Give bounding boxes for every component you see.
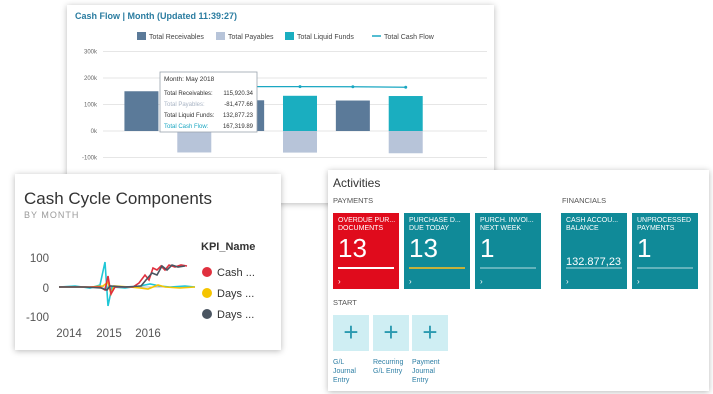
tooltip-row-label: Total Cash Flow:: [164, 124, 209, 130]
tooltip-row-value: 167,319.89: [223, 124, 254, 130]
activity-tile[interactable]: UNPROCESSED PAYMENTS 1 ›: [632, 213, 698, 289]
tile-indicator-bar: [637, 267, 693, 269]
chevron-right-icon: ›: [637, 277, 640, 286]
activities-title: Activities: [333, 176, 381, 190]
tile-label: CASH ACCOU... BALANCE: [566, 217, 619, 232]
start-item-label[interactable]: G/L Journal Entry: [333, 358, 373, 385]
tile-indicator-bar: [409, 267, 465, 269]
plus-icon: +: [422, 317, 438, 347]
x-tick-label: 2014: [56, 328, 82, 340]
y-tick-label: -100: [26, 312, 49, 324]
legend-label: Total Cash Flow: [384, 34, 435, 41]
bar[interactable]: [388, 131, 423, 154]
start-section-label: START: [333, 298, 357, 307]
y-tick-label: 100: [30, 253, 49, 265]
tile-indicator-bar: [480, 267, 536, 269]
start-tile[interactable]: +: [373, 315, 409, 351]
tooltip-row-label: Total Liquid Funds:: [164, 113, 215, 119]
bar[interactable]: [283, 95, 317, 131]
start-item-label[interactable]: Payment Journal Entry: [412, 358, 452, 385]
activity-tile[interactable]: PURCHASE D... DUE TODAY 13 ›: [404, 213, 470, 289]
legend-label: Days ...: [217, 288, 254, 300]
tile-label: PURCH. INVOI... NEXT WEEK: [480, 217, 534, 232]
financials-section-label: FINANCIALS: [562, 196, 607, 205]
y-tick-label: 0k: [91, 129, 98, 135]
x-tick-label: 2016: [135, 328, 161, 340]
chevron-right-icon: ›: [566, 277, 569, 286]
legend-label: Days ...: [217, 309, 254, 321]
activity-tile[interactable]: CASH ACCOU... BALANCE 132.877,23 ›: [561, 213, 627, 289]
cash-flow-point[interactable]: [298, 85, 302, 89]
legend-title: KPI_Name: [201, 241, 255, 253]
chevron-right-icon: ›: [409, 277, 412, 286]
y-tick-label: 0: [43, 283, 49, 295]
tooltip-row-label: Total Payables:: [164, 102, 205, 108]
legend-label: Total Payables: [228, 34, 274, 41]
cash-flow-title[interactable]: Cash Flow | Month (Updated 11:39:27): [75, 11, 237, 21]
legend-swatch: [137, 32, 146, 40]
tooltip-row-label: Total Receivables:: [164, 91, 213, 97]
tile-value: 132.877,23: [566, 256, 622, 268]
y-tick-label: 100k: [84, 103, 98, 109]
bar[interactable]: [388, 96, 423, 131]
bar[interactable]: [177, 131, 212, 153]
cash-cycle-chart: 100 0 -100 2014 2015 2016 KPI_Name Cash ... Days…: [26, 241, 255, 340]
legend-swatch: [285, 32, 294, 40]
tile-label: OVERDUE PUR... DOCUMENTS: [338, 217, 396, 232]
legend-label: Total Liquid Funds: [297, 34, 354, 41]
activities-panel: Activities PAYMENTS FINANCIALS OVERDUE P…: [328, 170, 709, 391]
payments-section-label: PAYMENTS: [333, 196, 374, 205]
x-tick-label: 2015: [96, 328, 122, 340]
tile-value: 13: [338, 233, 367, 263]
tooltip-row-value: 132,877.23: [223, 113, 254, 119]
plus-icon: +: [343, 317, 359, 347]
kpi-line: [58, 261, 196, 307]
chevron-right-icon: ›: [338, 277, 341, 286]
bar[interactable]: [124, 91, 159, 131]
plus-icon: +: [383, 317, 399, 347]
legend-swatch: [202, 288, 212, 298]
tooltip-row-value: -81,477.66: [224, 102, 253, 108]
tooltip-header: Month: May 2018: [164, 76, 215, 83]
tooltip-row-value: 115,920.34: [223, 91, 253, 97]
tile-label: PURCHASE D... DUE TODAY: [409, 217, 461, 232]
cash-flow-point[interactable]: [404, 85, 408, 89]
y-tick-label: -100k: [82, 156, 98, 162]
legend-swatch: [202, 309, 212, 319]
chart-tooltip: Month: May 2018 Total Receivables: 115,920…: [159, 71, 258, 133]
legend-label: Cash ...: [217, 267, 255, 279]
legend-label: Total Receivables: [149, 34, 204, 41]
bar[interactable]: [335, 100, 370, 131]
start-item-label[interactable]: Recurring G/L Entry: [373, 358, 413, 376]
activity-tile[interactable]: PURCH. INVOI... NEXT WEEK 1 ›: [475, 213, 541, 289]
tile-value: 1: [637, 233, 652, 263]
chevron-right-icon: ›: [480, 277, 483, 286]
bar[interactable]: [283, 131, 317, 153]
cash-cycle-panel: Cash Cycle Components BY MONTH 100 0 -100 2…: [15, 174, 281, 350]
tile-label: UNPROCESSED PAYMENTS: [637, 217, 692, 232]
tile-indicator-bar: [566, 267, 622, 269]
y-tick-label: 300k: [84, 50, 98, 56]
legend-swatch: [216, 32, 225, 40]
cash-flow-point[interactable]: [351, 85, 355, 89]
start-tile[interactable]: +: [412, 315, 448, 351]
tile-indicator-bar: [338, 267, 394, 269]
start-tile[interactable]: +: [333, 315, 369, 351]
activity-tile[interactable]: OVERDUE PUR... DOCUMENTS 13 ›: [333, 213, 399, 289]
tile-value: 1: [480, 233, 495, 263]
legend-swatch: [202, 267, 212, 277]
tile-value: 13: [409, 233, 438, 263]
y-tick-label: 200k: [84, 76, 98, 82]
